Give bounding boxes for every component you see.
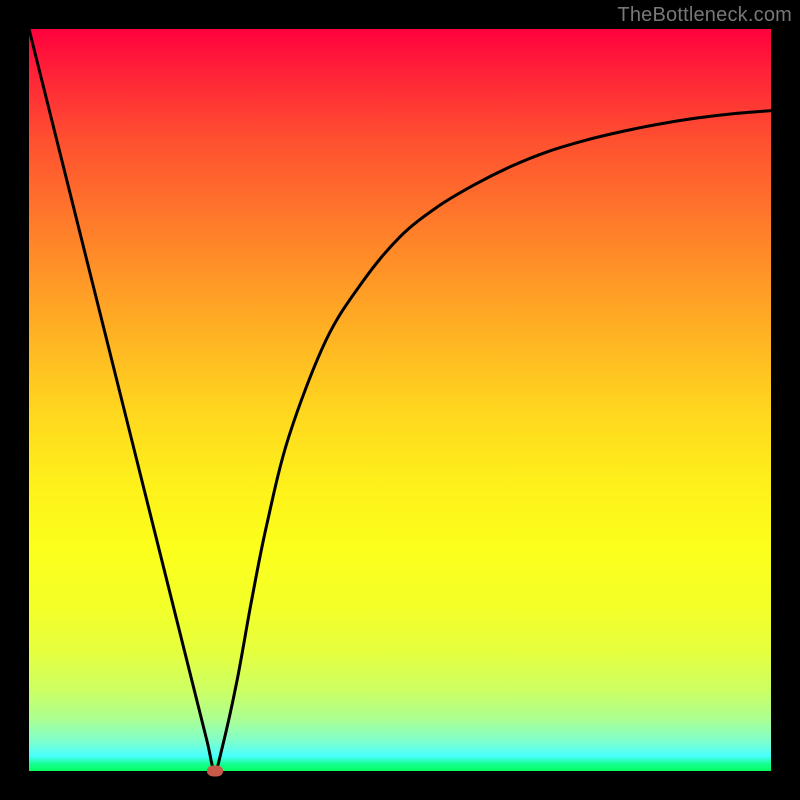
curve-minimum-marker [207, 766, 223, 777]
watermark-text: TheBottleneck.com [617, 4, 792, 27]
chart-plot-area [29, 29, 771, 771]
chart-frame: TheBottleneck.com [0, 0, 800, 800]
bottleneck-curve [29, 29, 771, 771]
